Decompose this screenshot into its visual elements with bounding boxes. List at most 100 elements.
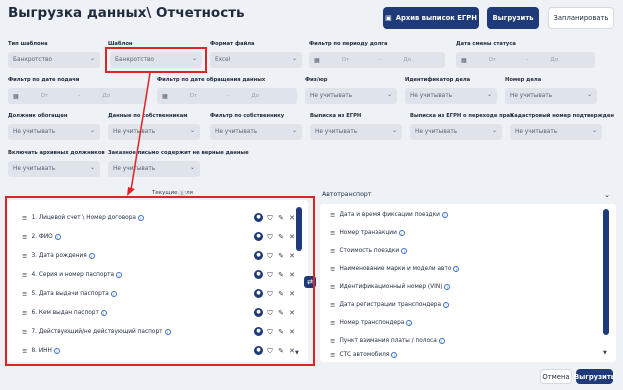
close-icon[interactable]: ✕ [288, 309, 296, 317]
list-item[interactable]: ≡ 1. Лицевой счет \ Номер договора i ● ⛉ ✎ ✕ [22, 208, 304, 227]
edit-icon[interactable]: ✎ [277, 328, 285, 336]
toggle-icon[interactable]: ● [254, 213, 263, 222]
drag-handle-icon[interactable]: ≡ [330, 211, 335, 219]
drag-handle-icon[interactable]: ≡ [330, 301, 335, 309]
close-icon[interactable]: ✕ [288, 290, 296, 298]
shield-icon[interactable]: ⛉ [266, 309, 274, 317]
info-icon: i [391, 352, 398, 358]
cancel-button[interactable]: Отмена [540, 369, 572, 384]
edit-icon[interactable]: ✎ [277, 347, 285, 355]
drag-handle-icon[interactable]: ≡ [22, 347, 27, 355]
data-podachi-range[interactable]: ▦ От - До [8, 88, 148, 104]
drag-handle-icon[interactable]: ≡ [22, 309, 27, 317]
data-smeny-range[interactable]: ▦ От - До [456, 52, 595, 68]
shield-icon[interactable]: ⛉ [266, 252, 274, 260]
drag-handle-icon[interactable]: ≡ [22, 290, 27, 298]
scroll-down-icon[interactable]: ▼ [603, 350, 607, 356]
toggle-icon[interactable]: ● [254, 308, 263, 317]
edit-icon[interactable]: ✎ [277, 252, 285, 260]
list-item[interactable]: ≡ Идентификационный номер (VIN) i [330, 278, 451, 296]
chevron-down-icon: ⌄ [591, 127, 597, 134]
drag-handle-icon[interactable]: ≡ [22, 271, 27, 279]
list-item[interactable]: ≡ 5. Дата выдачи паспорта i ● ⛉ ✎ ✕ [22, 284, 304, 303]
edit-icon[interactable]: ✎ [277, 271, 285, 279]
fiz-yur-select[interactable]: Не учитывать ⌄ [305, 88, 397, 104]
toggle-icon[interactable]: ● [254, 270, 263, 279]
shield-icon[interactable]: ⛉ [266, 347, 274, 355]
tip-shablona-select[interactable]: Банкротство ⌄ [8, 52, 100, 68]
drag-handle-icon[interactable]: ≡ [330, 265, 335, 273]
drag-handle-icon[interactable]: ≡ [330, 319, 335, 327]
data-obrascheniya-range[interactable]: ▦ От - До [157, 88, 297, 104]
category-select[interactable]: Автотранспорт ⌄ [320, 187, 616, 202]
period-dolga-range[interactable]: ▦ От - До [309, 52, 445, 68]
toggle-icon[interactable]: ● [254, 327, 263, 336]
edit-icon[interactable]: ✎ [277, 214, 285, 222]
nomer-dela-select[interactable]: Не учитывать ⌄ [505, 88, 597, 104]
vypiska-select[interactable]: Не учитывать ⌄ [310, 124, 402, 140]
info-icon: i [164, 328, 171, 335]
drag-handle-icon[interactable]: ≡ [22, 252, 27, 260]
info-icon: i [54, 233, 61, 240]
schedule-button[interactable]: Запланировать [548, 7, 614, 29]
zakaznoe-select[interactable]: Не учитывать ⌄ [108, 161, 200, 177]
dannye-sobstv-select[interactable]: Не учитывать ⌄ [108, 124, 200, 140]
close-icon[interactable]: ✕ [288, 328, 296, 336]
scroll-down-icon[interactable]: ▼ [295, 350, 299, 356]
edit-icon[interactable]: ✎ [277, 290, 285, 298]
chevron-down-icon: ⌄ [189, 164, 195, 171]
list-item[interactable]: ≡ Номер транзакции i [330, 224, 405, 242]
list-item[interactable]: ≡ СТС автомобиля i [330, 346, 398, 364]
archive-button[interactable]: ▣ Архив выписок ЕГРН [383, 7, 479, 29]
drag-handle-icon[interactable]: ≡ [330, 283, 335, 291]
kadastr-select[interactable]: Не учитывать ⌄ [510, 124, 602, 140]
chevron-down-icon: ⌄ [486, 91, 492, 98]
vypiska-perehod-select[interactable]: Не учитывать ⌄ [410, 124, 502, 140]
list-item[interactable]: ≡ 7. Действующий/не действующий паспорт i … [22, 322, 304, 341]
shablon-select[interactable]: Банкротство ⌄ [110, 52, 202, 68]
drag-handle-icon[interactable]: ≡ [22, 214, 27, 222]
drag-handle-icon[interactable]: ≡ [330, 351, 335, 359]
shield-icon[interactable]: ⛉ [266, 328, 274, 336]
list-item[interactable]: ≡ 3. Дата рождения i ● ⛉ ✎ ✕ [22, 246, 304, 265]
left-scrollbar-thumb[interactable] [296, 207, 302, 251]
list-item[interactable]: ≡ Наименование марки и модели авто i [330, 260, 460, 278]
toggle-icon[interactable]: ● [254, 232, 263, 241]
close-icon[interactable]: ✕ [288, 252, 296, 260]
swap-icon[interactable]: ⇄ [304, 276, 316, 288]
list-item[interactable]: ≡ Дата регистрации транспондера i [330, 296, 450, 314]
filtr-sobstv-select[interactable]: Не учитывать ⌄ [210, 124, 302, 140]
footer-export-button[interactable]: Выгрузить [574, 369, 615, 384]
drag-handle-icon[interactable]: ≡ [330, 229, 335, 237]
toggle-icon[interactable]: ● [254, 251, 263, 260]
close-icon[interactable]: ✕ [288, 233, 296, 241]
label-nomer-dela: Номер дела [505, 77, 542, 83]
toggle-icon[interactable]: ● [254, 289, 263, 298]
list-item[interactable]: ≡ 6. Кем выдан паспорт i ● ⛉ ✎ ✕ [22, 303, 304, 322]
shield-icon[interactable]: ⛉ [266, 214, 274, 222]
drag-handle-icon[interactable]: ≡ [330, 247, 335, 255]
dolzhnik-select[interactable]: Не учитывать ⌄ [8, 124, 100, 140]
list-item[interactable]: ≡ Стоимость поездки i [330, 242, 408, 260]
drag-handle-icon[interactable]: ≡ [22, 233, 27, 241]
shield-icon[interactable]: ⛉ [266, 233, 274, 241]
list-item[interactable]: ≡ 4. Серия и номер паспорта i ● ⛉ ✎ ✕ [22, 265, 304, 284]
list-item[interactable]: ≡ Дата и время фиксации поездки i [330, 206, 448, 224]
close-icon[interactable]: ✕ [288, 214, 296, 222]
arhivnye-select[interactable]: Не учитывать ⌄ [8, 161, 100, 177]
shield-icon[interactable]: ⛉ [266, 271, 274, 279]
edit-icon[interactable]: ✎ [277, 309, 285, 317]
toggle-icon[interactable]: ● [254, 346, 263, 355]
list-item[interactable]: ≡ 8. ИНН i ● ⛉ ✎ ✕ [22, 341, 304, 360]
list-item[interactable]: ≡ Номер транспондера i [330, 314, 413, 332]
format-select[interactable]: Excel ⌄ [210, 52, 302, 68]
close-icon[interactable]: ✕ [288, 271, 296, 279]
list-item[interactable]: ≡ 2. ФИО i ● ⛉ ✎ ✕ [22, 227, 304, 246]
right-scrollbar-thumb[interactable] [603, 209, 609, 335]
drag-handle-icon[interactable]: ≡ [22, 328, 27, 336]
edit-icon[interactable]: ✎ [277, 233, 285, 241]
shield-icon[interactable]: ⛉ [266, 290, 274, 298]
export-button[interactable]: Выгрузить [487, 7, 539, 29]
identifikator-select[interactable]: Не учитывать ⌄ [405, 88, 497, 104]
drag-handle-icon[interactable]: ≡ [330, 337, 335, 345]
